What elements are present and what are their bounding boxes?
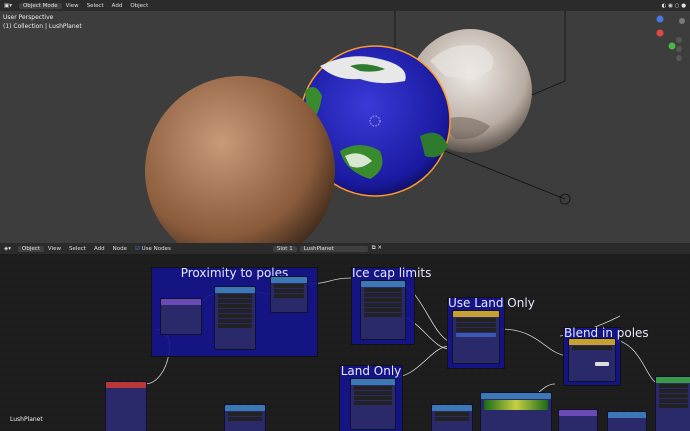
view-navigation-icons[interactable]	[676, 37, 682, 61]
node-math-less-than[interactable]	[350, 378, 396, 430]
viewport-3d[interactable]: User Perspective (1) Collection | LushPl…	[0, 11, 690, 243]
gizmo-x	[656, 29, 664, 37]
gizmo-y	[668, 42, 676, 50]
object-type-dropdown[interactable]: Object	[18, 245, 44, 252]
viewport-header: ▣▾ Object Mode View Select Add Object ◐ …	[0, 0, 690, 11]
use-nodes-label: Use Nodes	[141, 245, 171, 252]
node-mix-poles[interactable]	[568, 338, 616, 382]
node-map-range-c[interactable]	[431, 404, 473, 431]
node-separate-xyz[interactable]	[160, 298, 202, 335]
node-principled-bsdf[interactable]	[655, 376, 690, 431]
frame-land-only[interactable]: Land Only	[339, 364, 403, 431]
frame-title: Ice cap limits	[352, 266, 432, 280]
frame-ice-cap-limits[interactable]: Ice cap limits	[351, 266, 432, 345]
node-editor-canvas[interactable]: Proximity to poles Ice cap limits Use La…	[0, 254, 690, 431]
node-editor-type-icon[interactable]: ◈▾	[0, 246, 15, 252]
frame-proximity-to-poles[interactable]: Proximity to poles	[151, 266, 318, 357]
viewport-scene	[145, 11, 685, 243]
material-actions-icons[interactable]: ⧉ ✕	[368, 245, 386, 252]
editor-type-icon[interactable]: ▣▾	[0, 3, 16, 9]
collection-label: (1) Collection | LushPlanet	[3, 23, 82, 30]
menu-add[interactable]: Add	[108, 3, 127, 9]
menu-select[interactable]: Select	[83, 3, 108, 9]
node-map-range[interactable]	[214, 286, 256, 350]
use-nodes-checkbox[interactable]: ☑ Use Nodes	[131, 246, 175, 252]
menu-select-node[interactable]: Select	[65, 246, 90, 252]
frame-title: Land Only	[340, 364, 402, 378]
gizmo-z	[656, 15, 664, 23]
menu-node[interactable]: Node	[109, 246, 131, 252]
material-field[interactable]: LushPlanet	[299, 245, 368, 252]
node-texture-coordinate[interactable]	[105, 381, 147, 431]
node-map-range-d[interactable]	[607, 411, 647, 431]
pan-icon[interactable]	[676, 46, 682, 52]
node-mix-multiply[interactable]	[452, 310, 500, 364]
menu-view[interactable]: View	[62, 3, 83, 9]
menu-add-node[interactable]: Add	[90, 246, 109, 252]
gizmo-extra	[679, 18, 685, 24]
menu-object[interactable]: Object	[126, 3, 152, 9]
view-name-label: User Perspective	[3, 14, 54, 21]
frame-title: Use Land Only	[448, 296, 535, 310]
frame-use-land-only[interactable]: Use Land Only	[447, 296, 535, 369]
node-map-range-ice[interactable]	[360, 280, 406, 340]
object-mode-dropdown[interactable]: Object Mode	[18, 2, 62, 9]
node-math-absolute[interactable]	[270, 276, 308, 313]
zoom-icon[interactable]	[676, 37, 682, 43]
checkbox-checked-icon: ☑	[134, 245, 140, 252]
material-name-label: LushPlanet	[10, 416, 43, 423]
node-map-range-b[interactable]	[224, 404, 266, 431]
node-separate-rgb[interactable]	[558, 409, 598, 431]
node-color-ramp[interactable]	[480, 392, 552, 431]
node-editor-header: ◈▾ Object View Select Add Node ☑ Use Nod…	[0, 243, 690, 254]
slot-dropdown[interactable]: Slot 1	[272, 245, 297, 252]
menu-view-node[interactable]: View	[44, 246, 65, 252]
camera-icon[interactable]	[676, 55, 682, 61]
viewport-shading-icons[interactable]: ◐ ◉ ○ ●	[658, 3, 690, 9]
frame-blend-in-poles[interactable]: Blend in poles	[563, 326, 649, 386]
